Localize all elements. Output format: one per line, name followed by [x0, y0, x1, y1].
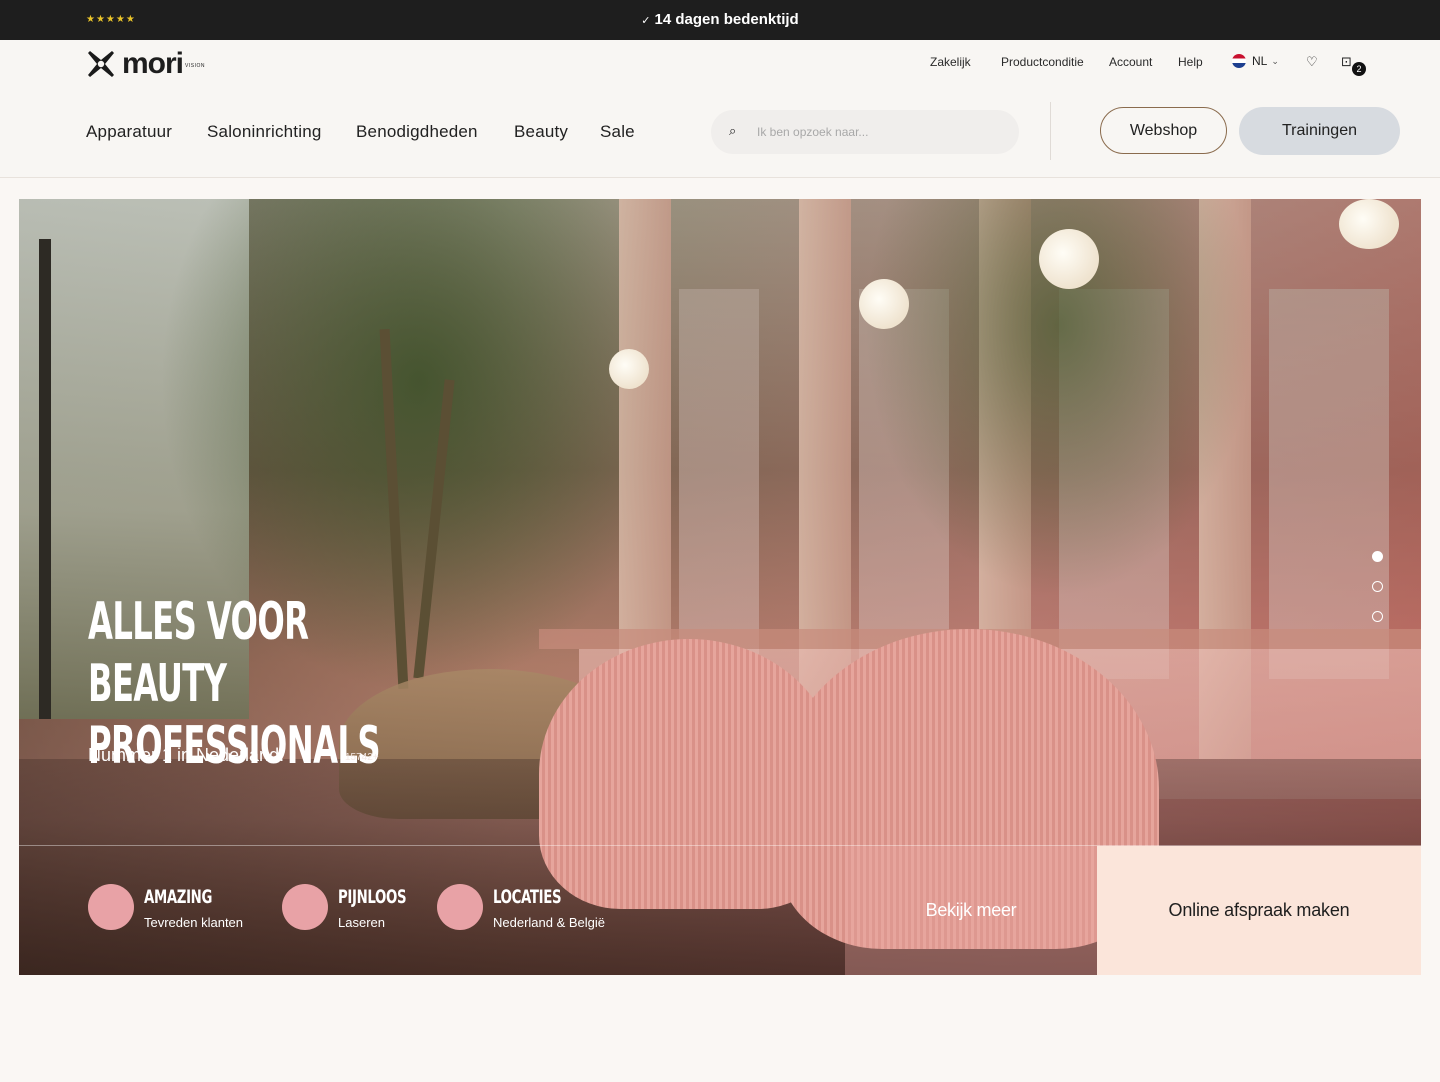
- feature-circle-icon: [437, 884, 483, 930]
- search-input[interactable]: [757, 120, 1007, 144]
- util-link-account[interactable]: Account: [1109, 55, 1152, 69]
- util-link-productconditie[interactable]: Productconditie: [1001, 55, 1084, 69]
- site-header: mori VISION Zakelijk Productconditie Acc…: [0, 40, 1440, 178]
- nav-saloninrichting[interactable]: Saloninrichting: [207, 122, 322, 142]
- promo-message: ✓ 14 dagen bedenktijd: [0, 11, 1440, 28]
- nav-apparatuur[interactable]: Apparatuur: [86, 122, 172, 142]
- language-label: NL: [1252, 54, 1268, 68]
- logo[interactable]: mori VISION: [86, 49, 205, 79]
- feature-circle-icon: [282, 884, 328, 930]
- logo-mark-icon: [88, 51, 114, 77]
- util-link-help[interactable]: Help: [1178, 55, 1203, 69]
- feature-subtitle: Tevreden klanten: [144, 915, 244, 930]
- slide-dot-2[interactable]: [1372, 581, 1383, 592]
- chevron-down-icon: ⌄: [1271, 55, 1279, 66]
- hero-subtitle: Nummer 1 in Nederland!: [88, 745, 285, 765]
- search-bar[interactable]: ⌕: [711, 110, 1019, 154]
- logo-subtext: VISION: [185, 63, 205, 69]
- nav-benodigdheden[interactable]: Benodigdheden: [356, 122, 478, 142]
- feature-title: LOCATIES: [493, 886, 562, 908]
- feature-circle-icon: [88, 884, 134, 930]
- promo-text: 14 dagen bedenktijd: [654, 11, 799, 28]
- promo-bar: ★★★★★ ✓ 14 dagen bedenktijd: [0, 0, 1440, 40]
- feature-title: PIJNLOOS: [338, 886, 407, 908]
- customer-count: 15742+: [345, 752, 379, 763]
- slide-dot-1[interactable]: [1372, 551, 1383, 562]
- hero-banner: ALLES VOOR BEAUTY PROFESSIONALS Nummer 1…: [19, 199, 1421, 975]
- slide-dot-3[interactable]: [1372, 611, 1383, 622]
- logo-wordmark: mori: [122, 47, 184, 80]
- nav-sale[interactable]: Sale: [600, 122, 635, 142]
- header-divider: [1050, 102, 1051, 160]
- feature-title: AMAZING: [144, 886, 213, 908]
- language-selector[interactable]: NL ⌄: [1232, 54, 1279, 68]
- wishlist-heart-icon[interactable]: ♡: [1306, 54, 1318, 70]
- cart-icon[interactable]: ⊡: [1341, 54, 1352, 70]
- slider-pagination: [1372, 551, 1383, 641]
- webshop-button[interactable]: Webshop: [1100, 107, 1227, 154]
- nav-beauty[interactable]: Beauty: [514, 122, 568, 142]
- util-link-zakelijk[interactable]: Zakelijk: [930, 55, 971, 69]
- bekijk-meer-button[interactable]: Bekijk meer: [845, 846, 1097, 975]
- feature-subtitle: Nederland & België: [493, 915, 606, 930]
- cart-count-badge: 2: [1352, 62, 1366, 76]
- search-icon[interactable]: ⌕: [729, 123, 736, 139]
- trainingen-button[interactable]: Trainingen: [1239, 107, 1400, 155]
- check-icon: ✓: [641, 15, 651, 27]
- nl-flag-icon: [1232, 54, 1246, 68]
- feature-subtitle: Laseren: [338, 915, 385, 930]
- online-afspraak-button[interactable]: Online afspraak maken: [1097, 846, 1421, 975]
